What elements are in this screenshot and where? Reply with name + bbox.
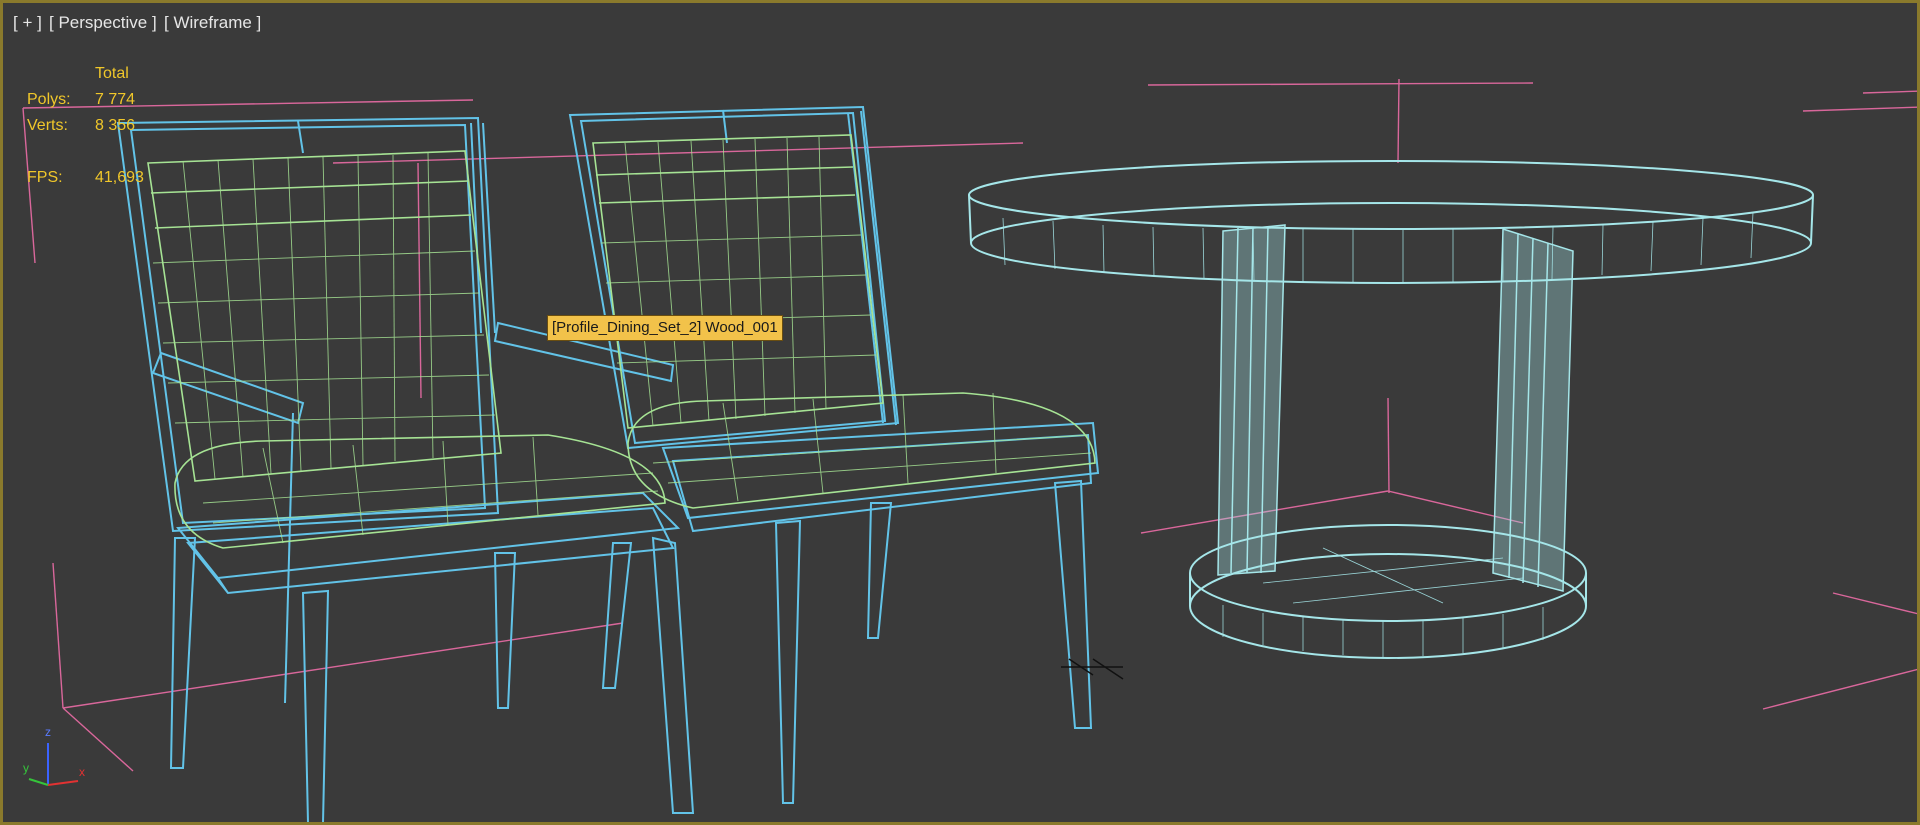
polys-value: 7 774 bbox=[95, 91, 136, 108]
round-table[interactable] bbox=[968, 160, 1814, 659]
axis-tripod-gizmo: z x y bbox=[23, 725, 93, 797]
verts-label: Verts: bbox=[27, 117, 68, 134]
scene-helper-lines bbox=[22, 78, 1917, 772]
stats-header: Total bbox=[95, 65, 129, 82]
viewport-general-menu[interactable]: [ + ] bbox=[13, 13, 42, 33]
axis-x-label: x bbox=[79, 765, 85, 779]
axis-z-label: z bbox=[45, 725, 51, 739]
polys-label: Polys: bbox=[27, 91, 71, 108]
object-name-tooltip: [Profile_Dining_Set_2] Wood_001 bbox=[547, 315, 783, 341]
table-top bbox=[968, 160, 1814, 230]
axis-y-label: y bbox=[23, 761, 29, 775]
axis-tripod-icon bbox=[28, 743, 79, 786]
verts-value: 8 356 bbox=[95, 117, 136, 134]
viewport-shading-menu[interactable]: [ Wireframe ] bbox=[164, 13, 261, 33]
chair-with-armrests[interactable] bbox=[116, 116, 695, 823]
viewport-point-of-view-menu[interactable]: [ Perspective ] bbox=[49, 13, 157, 33]
perspective-viewport[interactable]: [ + ] [ Perspective ] [ Wireframe ] Tota… bbox=[0, 0, 1920, 825]
chair-1-frame bbox=[116, 116, 695, 822]
table-legs bbox=[1217, 224, 1574, 592]
fps-value: 41,693 bbox=[95, 169, 144, 186]
wireframe-scene[interactable] bbox=[3, 3, 1920, 825]
fps-label: FPS: bbox=[27, 169, 63, 186]
